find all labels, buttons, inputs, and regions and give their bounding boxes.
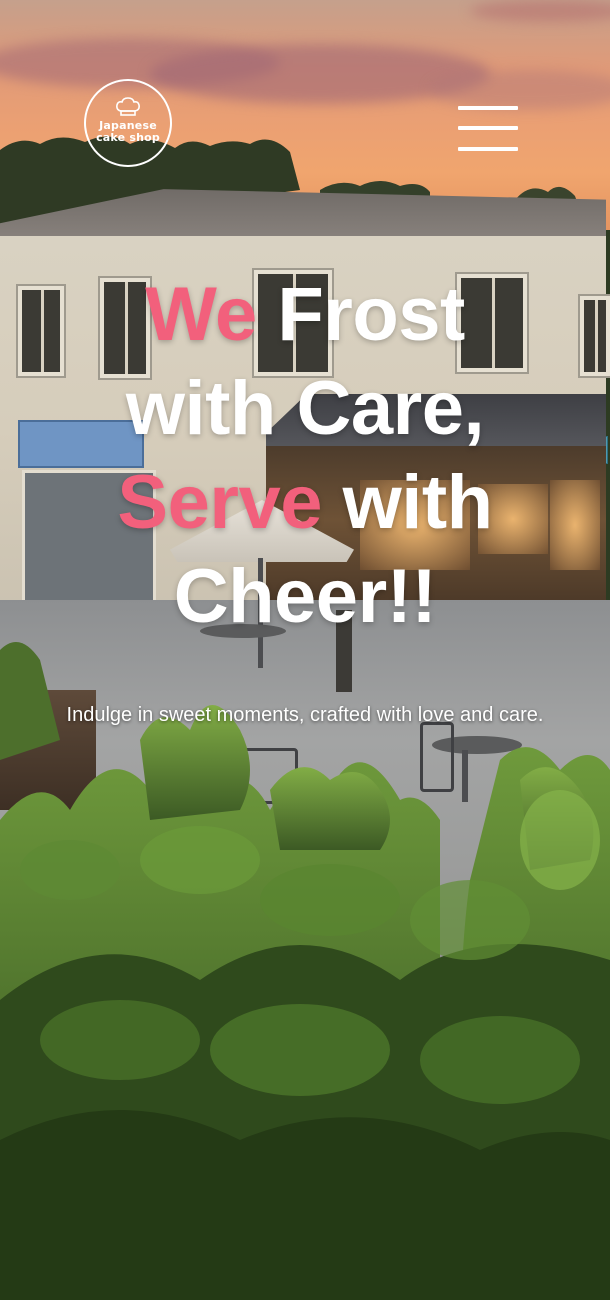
hero-headline: We Frost with Care, Serve with Cheer!! [0,268,610,644]
hero-tagline: Indulge in sweet moments, crafted with l… [66,704,544,726]
headline-accent-serve: Serve [117,460,322,545]
hamburger-menu-icon[interactable] [458,104,520,156]
headline-cheer: Cheer!! [173,554,437,639]
logo-text-line2: cake shop [96,130,160,144]
chef-hat-icon [116,96,140,116]
headline-with-care: with Care, [125,366,485,451]
logo-text-line1: Japanese [99,118,157,132]
headline-with: with [322,460,493,545]
hero-section: We Frost with Care, Serve with Cheer!! [0,268,610,644]
hero-background-photo [0,0,610,1300]
menu-bar [458,106,518,110]
headline-accent-we: We [145,272,257,357]
menu-bar [458,126,518,130]
menu-bar [458,147,518,151]
headline-frost: Frost [256,272,465,357]
shop-logo[interactable]: Japanese cake shop [84,79,172,167]
